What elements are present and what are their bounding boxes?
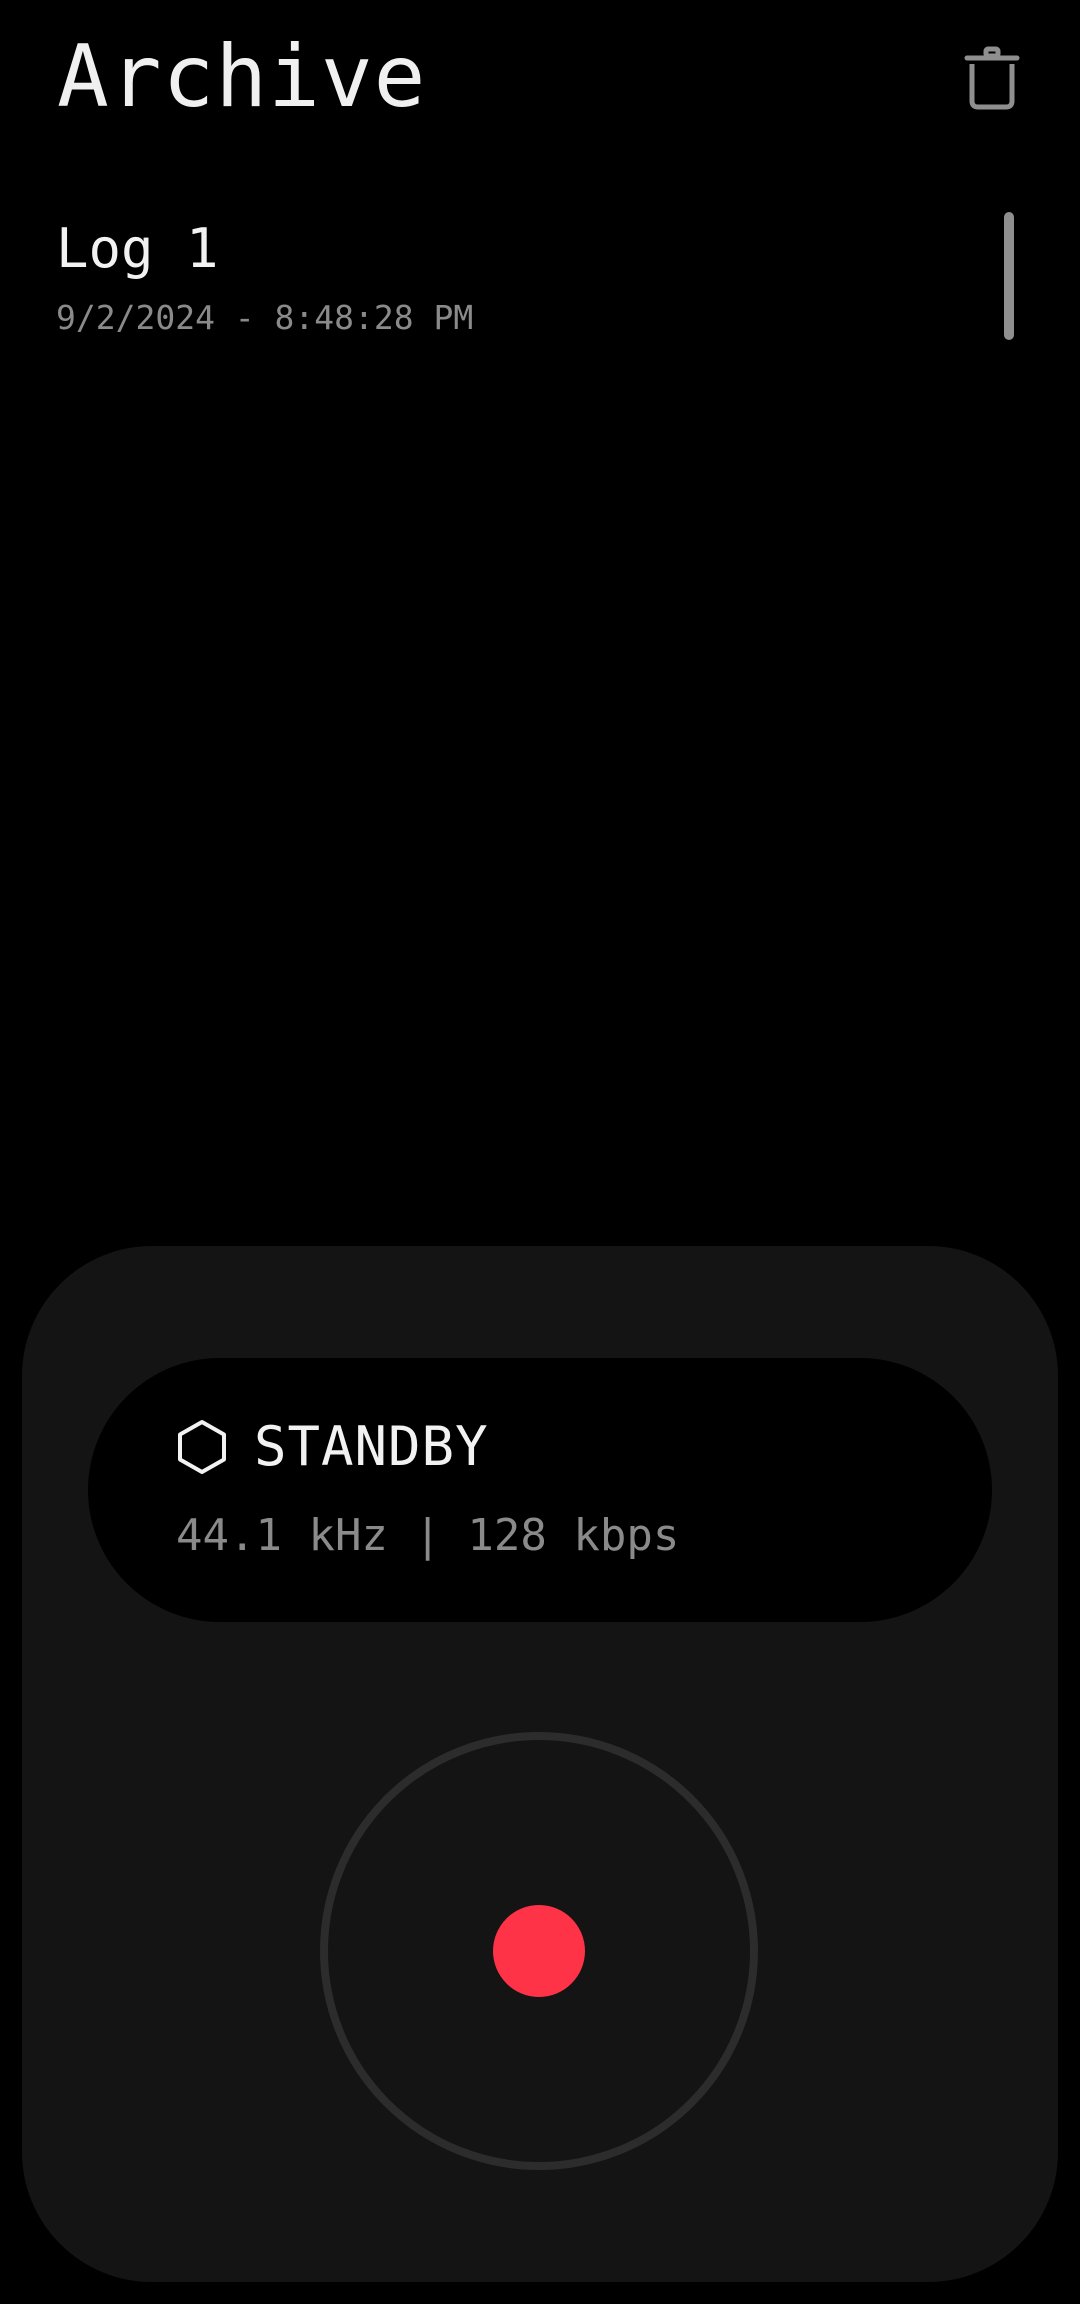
log-timestamp: 9/2/2024 - 8:48:28 PM	[56, 298, 474, 337]
page-title: Archive	[57, 27, 427, 127]
log-title: Log 1	[56, 217, 219, 280]
delete-button[interactable]	[956, 40, 1028, 116]
status-text: STANDBY	[254, 1415, 489, 1478]
record-dot-icon	[493, 1905, 585, 1997]
hexagon-icon	[176, 1418, 228, 1476]
audio-format-info: 44.1 kHz | 128 kbps	[176, 1510, 680, 1561]
trash-icon	[964, 46, 1020, 110]
log-list[interactable]: Log 1 9/2/2024 - 8:48:28 PM	[0, 200, 1080, 1200]
status-row: STANDBY	[176, 1412, 489, 1482]
record-button[interactable]	[320, 1732, 758, 2170]
status-pill: STANDBY 44.1 kHz | 128 kbps	[88, 1358, 992, 1622]
list-item[interactable]: Log 1 9/2/2024 - 8:48:28 PM	[56, 200, 956, 360]
scrollbar[interactable]	[1004, 212, 1014, 340]
